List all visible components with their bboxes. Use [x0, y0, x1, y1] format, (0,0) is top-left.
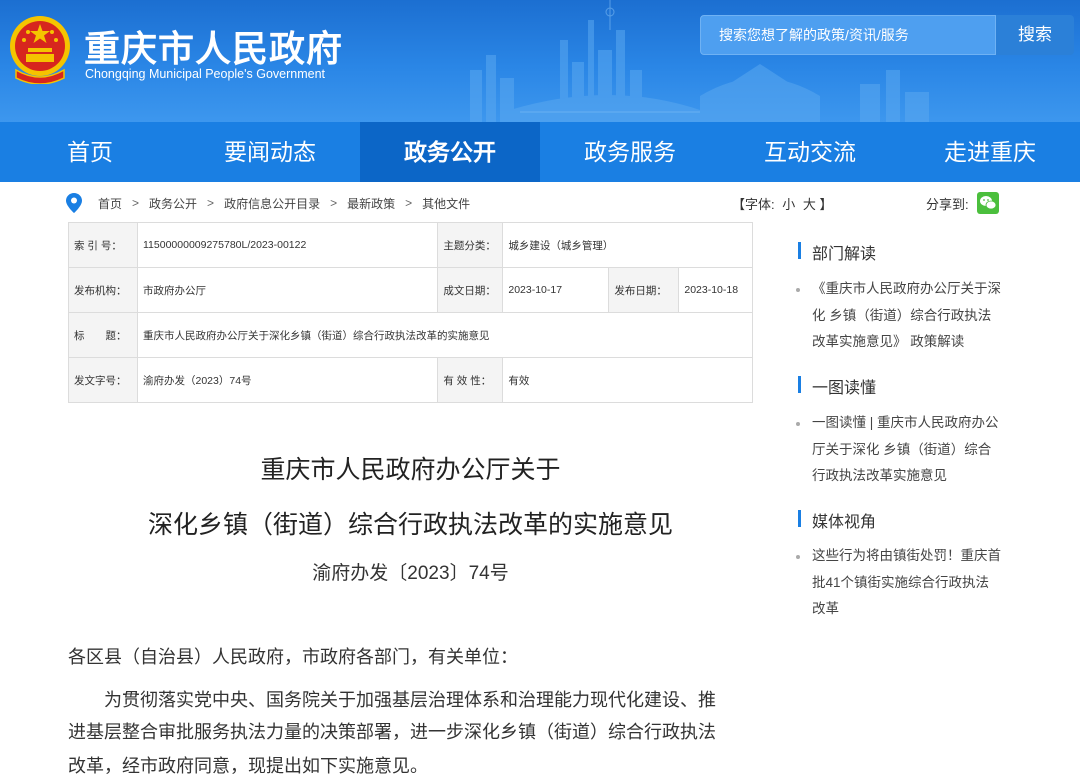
article-body-line-3: 改革，经市政府同意，现提出如下实施意见。	[68, 756, 428, 776]
sidebar-heading-media: 媒体视角	[798, 508, 876, 532]
breadcrumb-home[interactable]: 首页	[98, 195, 122, 212]
font-size-close-bracket: 】	[819, 197, 833, 212]
site-title: 重庆市人民政府	[84, 29, 344, 70]
font-size-large-button[interactable]: 大	[803, 197, 816, 212]
sidebar-item-line: 这些行为将由镇街处罚！重庆首	[812, 548, 1001, 563]
site-header: 重庆市人民政府 Chongqing Municipal People's Gov…	[0, 0, 1080, 122]
breadcrumb-separator-icon: >	[132, 196, 140, 210]
nav-home[interactable]: 首页	[0, 122, 180, 182]
sidebar-heading-interpretation: 部门解读	[798, 240, 876, 264]
nav-gov-affairs[interactable]: 政务公开	[360, 122, 540, 182]
search-button[interactable]: 搜索	[996, 15, 1074, 55]
main-nav: 首页 要闻动态 政务公开 政务服务 互动交流 走进重庆	[0, 122, 1080, 182]
validity-label: 有 效 性：	[437, 357, 504, 403]
sidebar-item-line: 批41个镇街实施综合行政执法	[812, 574, 990, 590]
share-bar: 分享到:	[926, 192, 999, 214]
breadcrumb-catalog[interactable]: 政府信息公开目录	[224, 195, 320, 212]
bullet-icon	[796, 288, 800, 292]
share-label: 分享到:	[926, 196, 969, 212]
breadcrumb: 首页 > 政务公开 > 政府信息公开目录 > 最新政策 > 其他文件	[66, 192, 470, 214]
font-size-control: 【字体: 小 大 】	[732, 194, 833, 213]
sidebar-item-line: 一图读懂 | 重庆市人民政府办公	[812, 415, 999, 430]
written-date-value: 2023-10-17	[502, 267, 610, 313]
breadcrumb-separator-icon: >	[207, 196, 215, 210]
article-doc-number: 渝府办发〔2023〕74号	[312, 563, 509, 584]
nav-interaction[interactable]: 互动交流	[720, 122, 900, 182]
national-emblem-icon	[10, 16, 70, 84]
nav-gov-services[interactable]: 政务服务	[540, 122, 720, 182]
published-date-value: 2023-10-18	[678, 267, 753, 313]
index-label: 索 引 号：	[68, 222, 138, 268]
sidebar-item-line: 改革实施意见》 政策解读	[812, 334, 965, 349]
title-label: 标 题：	[68, 312, 138, 358]
title-value: 重庆市人民政府办公厅关于深化乡镇（街道）综合行政执法改革的实施意见	[137, 312, 753, 358]
article-salutation: 各区县（自治县）人民政府，市政府各部门，有关单位：	[68, 647, 518, 667]
breadcrumb-separator-icon: >	[330, 196, 338, 210]
location-pin-icon	[66, 193, 82, 213]
breadcrumb-separator-icon: >	[405, 196, 413, 210]
sidebar-item-line: 改革	[812, 601, 839, 616]
sidebar-item-line: 《重庆市人民政府办公厅关于深	[812, 281, 1001, 296]
topic-value: 城乡建设（城乡管理）	[502, 222, 753, 268]
breadcrumb-latest-policy[interactable]: 最新政策	[347, 195, 395, 212]
topic-label: 主题分类：	[437, 222, 504, 268]
sidebar-item-media[interactable]: 这些行为将由镇街处罚！重庆首 批41个镇街实施综合行政执法 改革	[796, 543, 1022, 623]
sidebar-heading-infographic: 一图读懂	[798, 374, 876, 398]
breadcrumb-other-files[interactable]: 其他文件	[422, 195, 470, 212]
search-input[interactable]: 搜索您想了解的政策/资讯/服务	[700, 15, 996, 55]
wechat-share-icon[interactable]	[976, 192, 999, 214]
article-title-line-1: 重庆市人民政府办公厅关于	[260, 456, 561, 484]
sidebar-item-infographic[interactable]: 一图读懂 | 重庆市人民政府办公 厅关于深化 乡镇（街道）综合 行政执法改革实施…	[796, 410, 1022, 490]
font-size-label: 【字体:	[732, 197, 775, 212]
nav-news[interactable]: 要闻动态	[180, 122, 360, 182]
publisher-value: 市政府办公厅	[136, 267, 439, 313]
doc-number-value: 渝府办发（2023）74号	[136, 357, 439, 403]
sidebar-item-line: 厅关于深化 乡镇（街道）综合	[812, 441, 992, 457]
breadcrumb-gov-affairs[interactable]: 政务公开	[149, 195, 197, 212]
article-title-line-2: 深化乡镇（街道）综合行政执法改革的实施意见	[147, 511, 673, 539]
doc-number-label: 发文字号：	[68, 357, 138, 403]
validity-value: 有效	[502, 357, 753, 403]
bullet-icon	[796, 555, 800, 559]
published-date-label: 发布日期：	[608, 267, 680, 313]
site-subtitle: Chongqing Municipal People's Government	[85, 67, 326, 81]
document-info-table: 索 引 号： 11500000009275780L/2023-00122 主题分…	[68, 222, 753, 403]
article-body-line-2: 进基层整合审批服务执法力量的决策部署，进一步深化乡镇（街道）综合行政执法	[68, 722, 716, 742]
sidebar-item-line: 化 乡镇（街道）综合行政执法	[812, 307, 992, 323]
article-body-line-1: 为贯彻落实党中央、国务院关于加强基层治理体系和治理能力现代化建设、推	[104, 690, 716, 710]
font-size-small-button[interactable]: 小	[782, 197, 795, 212]
sidebar-item-line: 行政执法改革实施意见	[812, 468, 947, 483]
written-date-label: 成文日期：	[437, 267, 504, 313]
sidebar-item-interpretation[interactable]: 《重庆市人民政府办公厅关于深 化 乡镇（街道）综合行政执法 改革实施意见》 政策…	[796, 276, 1022, 356]
nav-about-chongqing[interactable]: 走进重庆	[900, 122, 1080, 182]
bullet-icon	[796, 422, 800, 426]
publisher-label: 发布机构：	[68, 267, 138, 313]
index-value: 11500000009275780L/2023-00122	[136, 222, 439, 268]
